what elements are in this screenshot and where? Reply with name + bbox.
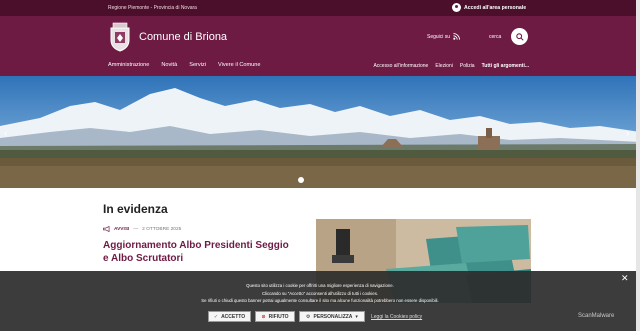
megaphone-icon [103,226,110,232]
cookie-text-3: Se rifiuti o chiudi questo banner potrai… [201,298,439,303]
nav-item-tutti-gli-argomenti[interactable]: Tutti gli argomenti... [482,63,529,69]
nav-item-accesso-informazione[interactable]: Accesso all'informazione [373,63,428,69]
social-label: Seguici su [427,33,451,40]
social-follow: Seguici su [427,33,460,40]
block-icon: ⊘ [261,313,266,320]
news-category[interactable]: AVVISI [114,227,129,232]
news-meta: AVVISI — 2 OTTOBRE 2025 [103,226,181,232]
login-label: Accedi all'area personale [464,4,527,11]
nav-item-servizi[interactable]: Servizi [189,62,206,68]
nav-item-elezioni[interactable]: Elezioni [435,63,453,69]
top-utility-bar: Regione Piemonte - Provincia di Novara A… [0,0,640,16]
check-icon: ✓ [213,313,219,320]
watermark-text: ScanMalware [578,313,615,319]
page: Regione Piemonte - Provincia di Novara A… [0,0,640,331]
cookie-banner: ✕ Questo sito utilizza i cookie per offr… [0,271,640,331]
cookie-policy-link[interactable]: Leggi la Cookies policy [371,314,422,320]
site-header: Comune di Briona Seguici su cerca Ammini… [0,16,640,76]
rss-icon[interactable] [453,33,460,40]
carousel-indicator-dot[interactable] [298,177,304,183]
nav-item-amministrazione[interactable]: Amministrazione [108,62,149,68]
scrollbar[interactable] [636,0,640,331]
settings-icon: ⚙ [306,313,311,320]
accept-label: ACCETTO [221,313,246,320]
customize-label: PERSONALIZZA [313,313,353,320]
carousel-next-icon[interactable]: › [626,128,629,139]
login-button[interactable]: Accedi all'area personale [452,3,526,12]
accept-cookies-button[interactable]: ✓ ACCETTO [208,311,251,322]
main-navigation: Amministrazione Novità Servizi Vivere il… [108,62,261,68]
coat-of-arms-logo[interactable] [108,22,132,52]
chevron-down-icon: ▾ [355,313,358,320]
region-link[interactable]: Regione Piemonte - Provincia di Novara [108,5,197,11]
cookie-text-1: Questo sito utilizza i cookie per offrir… [246,283,394,288]
search-button[interactable] [511,28,528,45]
cookie-text-2: Cliccando su "Accetto" acconsenti all'ut… [261,291,379,296]
nav-item-vivere-il-comune[interactable]: Vivere il Comune [218,62,261,68]
reject-cookies-button[interactable]: ⊘ RIFIUTO [255,311,295,322]
news-date-prefix: — [133,226,139,232]
landscape-photo [0,76,640,188]
customize-cookies-button[interactable]: ⚙ PERSONALIZZA ▾ [299,311,365,322]
search-icon [515,32,524,41]
news-headline[interactable]: Aggiornamento Albo Presidenti Seggio e A… [103,240,293,265]
site-title[interactable]: Comune di Briona [139,31,227,43]
nav-item-polizia[interactable]: Polizia [460,63,475,69]
search-label: cerca [489,34,502,40]
news-date: 2 OTTOBRE 2025 [142,226,182,232]
hero-carousel[interactable]: ‹ › [0,76,640,188]
reject-label: RIFIUTO [268,313,289,320]
secondary-navigation: Accesso all'informazione Elezioni Polizi… [373,63,529,69]
user-icon [452,3,461,12]
section-title: In evidenza [103,202,168,216]
nav-item-novita[interactable]: Novità [161,62,177,68]
carousel-prev-icon[interactable]: ‹ [4,128,7,139]
